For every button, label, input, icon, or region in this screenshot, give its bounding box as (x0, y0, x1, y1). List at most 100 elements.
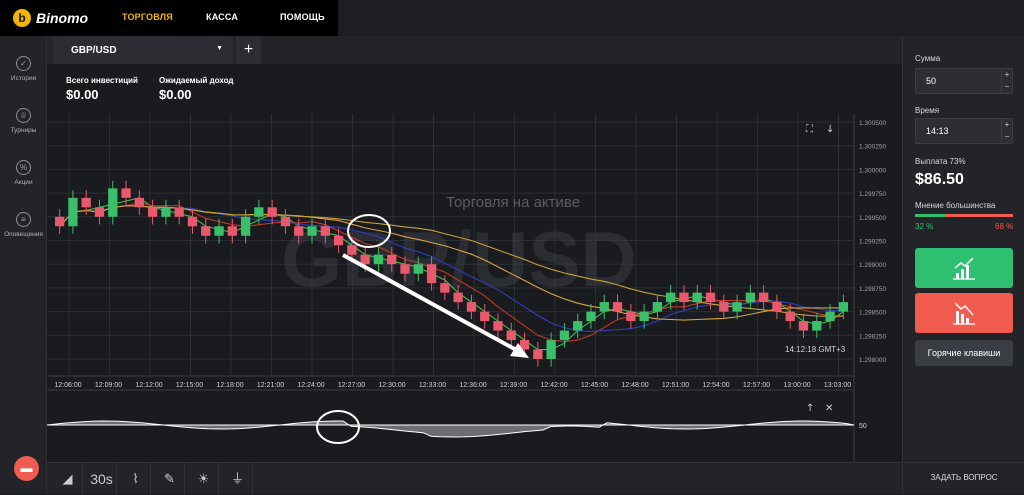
time-tick-label: 12:24:00 (297, 382, 324, 389)
brand-logo[interactable]: b Binomo (13, 9, 88, 27)
amount-input[interactable]: 50 + − (915, 68, 1013, 94)
payout-value: $86.50 (915, 171, 964, 188)
candle-body (187, 216, 198, 227)
down-percent: 68 % (995, 222, 1014, 231)
watermark-asset: GBP/USD (281, 215, 636, 303)
price-tick-label: 1.298250 (859, 333, 886, 340)
chart-type-icon[interactable]: ◢ (53, 463, 83, 495)
logo-icon: b (13, 9, 31, 27)
chart-area[interactable]: Всего инвестиций $0.00 Ожидаемый доход $… (47, 64, 902, 462)
nav-trade[interactable]: ТОРГОВЛЯ (122, 12, 173, 22)
candle-body (94, 207, 105, 217)
candle-body (400, 264, 410, 274)
ask-question-button[interactable]: ЗАДАТЬ ВОПРОС (903, 462, 1024, 494)
sidebar-item-label: Турниры (10, 127, 37, 134)
price-axis: 1.300500 1.300250 1.300000 1.299750 1.299500… (859, 120, 886, 364)
amount-stepper[interactable]: + − (1001, 69, 1012, 93)
candle-body (506, 330, 516, 341)
candle-body (546, 340, 556, 359)
time-tick-label: 12:06:00 (54, 382, 81, 389)
bottom-toolbar: ◢ 30s ⌇ ✎ ☀ ⏚ (47, 462, 902, 495)
candle-body (705, 292, 716, 303)
nav-cashier[interactable]: КАССА (206, 12, 238, 22)
chevron-down-icon[interactable]: ▼ (216, 45, 223, 52)
chat-button[interactable]: ▬ (14, 456, 39, 481)
candle-body (373, 254, 384, 265)
time-tick-label: 12:54:00 (702, 382, 729, 389)
sidebar-item-label: Акции (14, 179, 33, 186)
price-tick-label: 1.300250 (859, 144, 886, 151)
price-tick-label: 1.299250 (859, 239, 886, 246)
candle-body (360, 254, 370, 265)
up-button[interactable] (915, 248, 1013, 288)
time-tick-label: 12:09:00 (95, 382, 122, 389)
sidebar-item-history[interactable]: ✓ История (0, 56, 47, 82)
sidebar-item-label: Оповещения (4, 231, 43, 238)
hotkeys-button[interactable]: Горячие клавиши (915, 340, 1013, 366)
price-chart[interactable]: GBP/USD Торговля на активе 1.3005001.300… (47, 64, 902, 462)
trophy-icon: ♕ (16, 108, 31, 123)
time-tick-label: 12:21:00 (257, 382, 284, 389)
brightness-icon[interactable]: ☀ (189, 463, 219, 495)
time-tick-label: 12:15:00 (176, 382, 203, 389)
price-tick-label: 1.299500 (859, 215, 886, 222)
nav-help[interactable]: ПОМОЩЬ (280, 12, 325, 22)
timeframe-button[interactable]: 30s (87, 463, 117, 495)
price-tick-label: 1.299750 (859, 191, 886, 198)
time-tick-label: 12:39:00 (500, 382, 527, 389)
time-value: 14:13 (926, 126, 949, 136)
annotation-circle-oscillator (316, 410, 360, 444)
candle-body (134, 197, 144, 208)
candle-body (294, 226, 304, 236)
time-label: Время (915, 106, 940, 115)
candle-body (825, 311, 835, 322)
time-tick-label: 13:00:00 (783, 382, 810, 389)
candle-body (267, 207, 277, 217)
sidebar-item-tournaments[interactable]: ♕ Турниры (0, 108, 47, 134)
asset-name: GBP/USD (71, 44, 117, 56)
plug-icon[interactable]: ⏚ (223, 463, 253, 495)
candle-body (147, 207, 158, 217)
candle-body (440, 283, 450, 293)
down-button[interactable] (915, 293, 1013, 333)
candle-body (785, 311, 795, 322)
amount-label: Сумма (915, 54, 941, 63)
candle-body (254, 207, 264, 217)
time-tick-label: 12:36:00 (459, 382, 486, 389)
brand-name: Binomo (36, 10, 89, 26)
sidebar-item-notifications[interactable]: ≡ Оповещения (0, 212, 47, 238)
sidebar-item-label: История (10, 75, 37, 82)
close-icon: ✕ (825, 403, 833, 414)
candle-body (333, 235, 344, 246)
candle-body (480, 311, 490, 322)
candle-body (745, 292, 756, 303)
candle-body (320, 226, 330, 236)
price-tick-label: 1.300000 (859, 167, 886, 174)
candle-body (174, 207, 184, 217)
minus-icon[interactable]: − (1002, 131, 1012, 143)
time-stepper[interactable]: + − (1001, 119, 1012, 143)
candle-body (201, 226, 211, 236)
plus-icon[interactable]: + (1002, 119, 1012, 131)
candle-body (812, 321, 822, 331)
candle-body (161, 207, 171, 217)
minus-icon[interactable]: − (1002, 81, 1012, 93)
candle-body (426, 264, 437, 284)
asset-tab-gbpusd[interactable]: GBP/USD ▼ (53, 36, 233, 64)
time-tick-label: 12:27:00 (338, 382, 365, 389)
time-input[interactable]: 14:13 + − (915, 118, 1013, 144)
price-tick-label: 1.298750 (859, 286, 886, 293)
time-tick-label: 12:42:00 (540, 382, 567, 389)
plus-icon[interactable]: + (1002, 69, 1012, 81)
indicators-icon[interactable]: ⌇ (121, 463, 151, 495)
candle-body (772, 302, 782, 312)
candle-body (759, 292, 769, 303)
candle-body (387, 254, 397, 265)
payout-label: Выплата 73% (915, 157, 966, 166)
candle-body (626, 311, 636, 322)
add-asset-tab-button[interactable]: + (236, 36, 261, 64)
candle-body (586, 311, 596, 322)
sidebar-item-promotions[interactable]: % Акции (0, 160, 47, 186)
drawing-tools-icon[interactable]: ✎ (155, 463, 185, 495)
candle-body (108, 188, 118, 217)
